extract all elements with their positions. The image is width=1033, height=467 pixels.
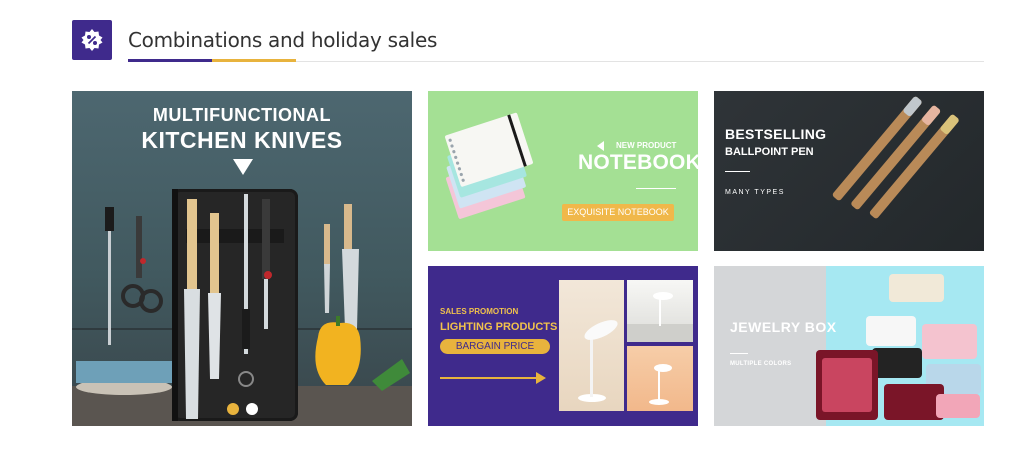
kitchen-knives-banner[interactable]: MULTIFUNCTIONAL KITCHEN KNIVES: [72, 91, 412, 426]
notebook-banner[interactable]: NEW PRODUCT NOTEBOOK EXQUISITE NOTEBOOK: [428, 91, 698, 251]
jewelry-line1: JEWELRY BOX: [730, 319, 837, 335]
desk-lamp-photo: [559, 280, 624, 411]
knife-bag: [172, 189, 298, 421]
carousel-dot[interactable]: [246, 403, 258, 415]
lighting-line1: SALES PROMOTION: [440, 307, 519, 316]
arrow-right-icon: [536, 372, 546, 384]
notebooks-illustration: [445, 112, 533, 219]
notebook-label: EXQUISITE NOTEBOOK: [562, 204, 674, 221]
lighting-line2: LIGHTING PRODUCTS: [440, 321, 558, 333]
section-title: Combinations and holiday sales: [128, 28, 438, 52]
jewelry-boxes-illustration: [816, 274, 981, 420]
pen-line2: BALLPOINT PEN: [725, 146, 814, 158]
carousel-indicator: [227, 403, 258, 415]
pen-divider: [725, 171, 750, 172]
room-lamp-photo: [627, 280, 693, 342]
ballpoint-pen-banner[interactable]: BESTSELLING BALLPOINT PEN MANY TYPES: [714, 91, 984, 251]
notebook-tag-small: NEW PRODUCT: [616, 141, 677, 150]
glowing-lamp-photo: [627, 346, 693, 411]
pen-line1: BESTSELLING: [725, 126, 827, 142]
jewelry-line2: MULTIPLE COLORS: [730, 361, 792, 367]
discount-percent-icon: [72, 20, 112, 60]
bargain-price-button[interactable]: BARGAIN PRICE: [440, 339, 550, 354]
left-triangle-icon: [597, 141, 604, 151]
pens-illustration: [832, 96, 959, 219]
arrow-line: [440, 377, 538, 379]
jewelry-box-banner[interactable]: JEWELRY BOX MULTIPLE COLORS: [714, 266, 984, 426]
pen-line3: MANY TYPES: [725, 189, 785, 196]
lighting-products-banner[interactable]: SALES PROMOTION LIGHTING PRODUCTS BARGAI…: [428, 266, 698, 426]
jewelry-divider: [730, 353, 748, 354]
notebook-title: NOTEBOOK: [578, 151, 698, 174]
notebook-divider: [636, 188, 676, 189]
title-underline-purple: [128, 59, 212, 62]
title-underline-gold: [212, 59, 296, 62]
carousel-dot-active[interactable]: [227, 403, 239, 415]
